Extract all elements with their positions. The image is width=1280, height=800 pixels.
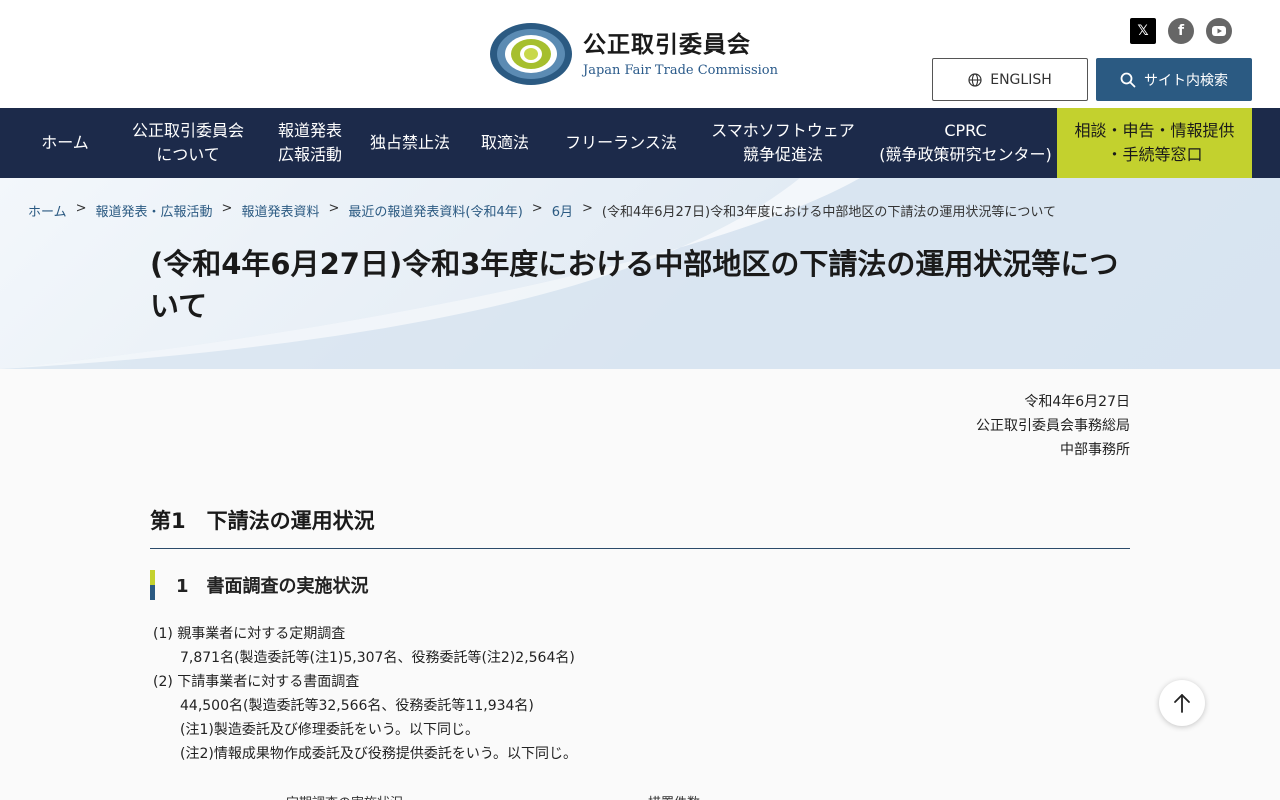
breadcrumb-link[interactable]: 報道発表資料: [241, 201, 319, 220]
breadcrumb-separator: >: [75, 201, 87, 216]
nav-item-smartphone[interactable]: スマホソフトウェア 競争促進法: [692, 108, 874, 178]
nav-label: ホーム: [41, 133, 89, 152]
body-note: (注1)製造委託及び修理委託をいう。以下同じ。: [180, 722, 479, 738]
body-note: (注2)情報成果物作成委託及び役務提供委託をいう。以下同じ。: [180, 746, 577, 762]
nav-label-sub: について: [156, 145, 220, 164]
body-line: (2) 下請事業者に対する書面調査: [153, 674, 360, 690]
logo-english-name: Japan Fair Trade Commission: [583, 62, 778, 78]
nav-label: 独占禁止法: [369, 133, 450, 152]
breadcrumb: ホーム > 報道発表・広報活動 > 報道発表資料 > 最近の報道発表資料(令和4…: [28, 201, 1056, 220]
table-header-cell: 定期調査の実施状況: [286, 792, 403, 800]
english-button[interactable]: ENGLISH: [932, 58, 1088, 101]
search-icon: [1120, 72, 1136, 87]
body-line: 44,500名(製造委託等32,566名、役務委託等11,934名): [180, 698, 534, 714]
logo-japanese-name: 公正取引委員会: [583, 31, 751, 58]
nav-item-torihiki[interactable]: 取適法: [460, 108, 550, 178]
back-to-top-button[interactable]: [1159, 680, 1205, 726]
facebook-icon[interactable]: f: [1168, 18, 1194, 44]
press-release-meta: 令和4年6月27日 公正取引委員会事務総局 中部事務所: [976, 390, 1130, 462]
globe-icon: [968, 72, 982, 87]
breadcrumb-separator: >: [581, 201, 593, 216]
release-branch: 中部事務所: [1060, 442, 1130, 458]
nav-item-press[interactable]: 報道発表 広報活動: [260, 108, 360, 178]
site-search-button[interactable]: サイト内検索: [1096, 58, 1252, 101]
subsection-heading: 1 書面調査の実施状況: [150, 570, 369, 600]
section-heading: 第1 下請法の運用状況: [150, 505, 1130, 549]
site-search-label: サイト内検索: [1144, 72, 1228, 89]
nav-label: フリーランス法: [565, 133, 677, 152]
breadcrumb-current: (令和4年6月27日)令和3年度における中部地区の下請法の運用状況等について: [601, 205, 1056, 220]
nav-item-antimonopoly[interactable]: 独占禁止法: [360, 108, 460, 178]
x-twitter-icon[interactable]: 𝕏: [1130, 18, 1156, 44]
breadcrumb-link[interactable]: ホーム: [28, 201, 67, 220]
breadcrumb-link[interactable]: 報道発表・広報活動: [96, 201, 213, 220]
nav-item-freelance[interactable]: フリーランス法: [550, 108, 692, 178]
table-header-cell: 措置件数: [648, 792, 700, 800]
heading-accent-bar: [150, 570, 155, 600]
jftc-emblem-icon: [490, 23, 572, 85]
nav-item-cprc[interactable]: CPRC (競争政策研究センター): [874, 108, 1057, 178]
nav-label: 公正取引委員会: [131, 121, 244, 140]
section-body: (1) 親事業者に対する定期調査 7,871名(製造委託等(注1)5,307名、…: [153, 622, 577, 766]
site-header: 公正取引委員会 Japan Fair Trade Commission 𝕏 f …: [0, 0, 1280, 108]
youtube-play-icon: [1212, 26, 1226, 36]
nav-label-sub: 広報活動: [277, 145, 342, 164]
subsection-heading-text: 1 書面調査の実施状況: [176, 576, 369, 597]
breadcrumb-link[interactable]: 最近の報道発表資料(令和4年): [348, 201, 522, 220]
nav-label: 取適法: [480, 133, 529, 152]
release-office: 公正取引委員会事務総局: [976, 418, 1130, 434]
release-date: 令和4年6月27日: [1024, 394, 1130, 410]
nav-label: 相談・申告・情報提供: [1074, 121, 1235, 140]
page-hero: ホーム > 報道発表・広報活動 > 報道発表資料 > 最近の報道発表資料(令和4…: [0, 178, 1280, 369]
page-title: (令和4年6月27日)令和3年度における中部地区の下請法の運用状況等について: [150, 247, 1119, 323]
arrow-up-icon: [1174, 694, 1190, 713]
breadcrumb-separator: >: [531, 201, 543, 216]
site-logo[interactable]: 公正取引委員会 Japan Fair Trade Commission: [489, 22, 778, 86]
nav-item-about[interactable]: 公正取引委員会 について: [116, 108, 260, 178]
breadcrumb-separator: >: [328, 201, 340, 216]
social-links: 𝕏 f: [1130, 18, 1232, 44]
body-line: (1) 親事業者に対する定期調査: [153, 626, 346, 642]
nav-item-home[interactable]: ホーム: [14, 108, 116, 178]
nav-label-sub: 競争促進法: [742, 145, 823, 164]
nav-label: スマホソフトウェア: [711, 121, 855, 140]
body-line: 7,871名(製造委託等(注1)5,307名、役務委託等(注2)2,564名): [180, 650, 575, 666]
nav-label: 報道発表: [277, 121, 342, 140]
global-nav: ホーム 公正取引委員会 について 報道発表広報活動 独占禁止法 取適法 フリーラン…: [0, 108, 1280, 178]
nav-label-sub: ・手続等窓口: [1106, 145, 1203, 164]
breadcrumb-link[interactable]: 6月: [552, 201, 573, 220]
nav-label-sub: (競争政策研究センター): [879, 145, 1052, 164]
english-button-label: ENGLISH: [990, 71, 1052, 88]
nav-label: CPRC: [944, 121, 987, 140]
youtube-icon[interactable]: [1206, 18, 1232, 44]
nav-item-consultation[interactable]: 相談・申告・情報提供 ・手続等窓口: [1057, 108, 1252, 178]
breadcrumb-separator: >: [221, 201, 233, 216]
